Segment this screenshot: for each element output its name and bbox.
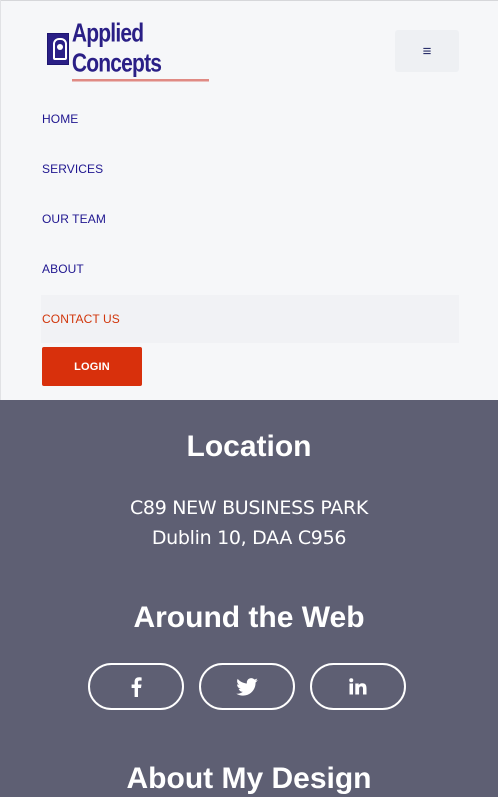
hamburger-icon: ≡	[422, 42, 432, 60]
brand-logo[interactable]: Applied Concepts	[47, 19, 210, 82]
nav-item-contact-us[interactable]: CONTACT US	[41, 295, 459, 343]
twitter-button[interactable]	[199, 663, 295, 710]
address-line-1: C89 NEW BUSINESS PARK	[129, 497, 369, 519]
login-button[interactable]: LOGIN	[42, 347, 142, 386]
address-line-2: Dublin 10, DAA C956	[151, 527, 347, 549]
twitter-icon	[236, 677, 258, 696]
nav-item-about[interactable]: ABOUT	[41, 245, 459, 293]
menu-toggle-button[interactable]: ≡	[395, 30, 459, 72]
site-footer: Location C89 NEW BUSINESS PARK Dublin 10…	[0, 400, 498, 797]
around-the-web-heading: Around the Web	[133, 601, 365, 634]
facebook-icon	[131, 676, 142, 697]
linkedin-icon	[349, 678, 367, 695]
brand-name: Applied Concepts	[71, 19, 210, 82]
nav-item-services[interactable]: SERVICES	[41, 145, 459, 193]
nav-item-our-team[interactable]: OUR TEAM	[41, 195, 459, 243]
location-heading: Location	[186, 430, 312, 463]
about-design-heading: About My Design	[126, 762, 372, 795]
linkedin-button[interactable]	[310, 663, 406, 710]
site-header: Applied Concepts ≡ HOME SERVICES OUR TEA…	[0, 0, 498, 400]
logo-mark-icon	[47, 33, 69, 65]
nav-item-home[interactable]: HOME	[41, 95, 459, 143]
facebook-button[interactable]	[88, 663, 184, 710]
top-divider	[1, 0, 498, 1]
social-links	[0, 663, 498, 713]
